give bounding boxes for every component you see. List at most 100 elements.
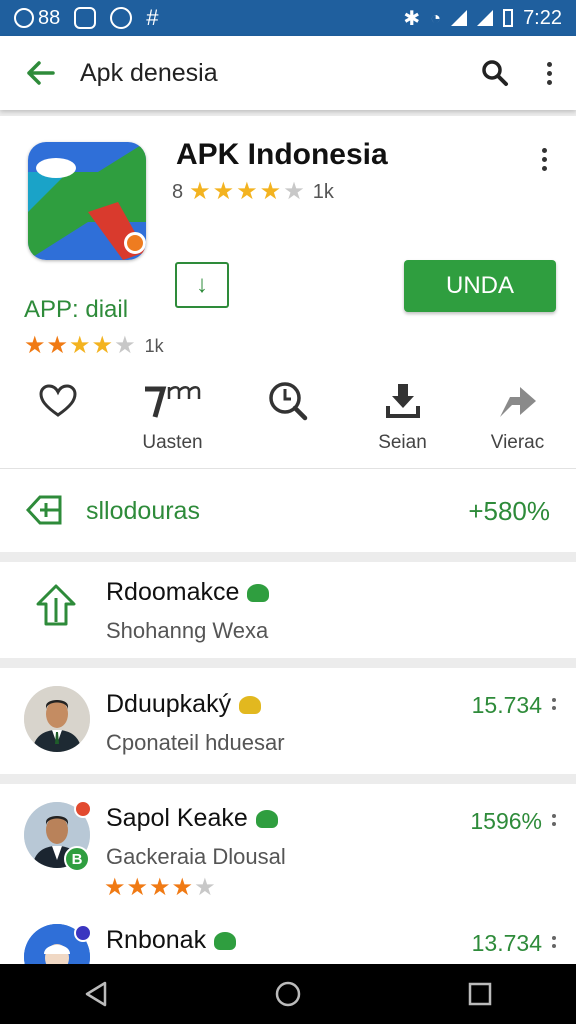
star-icon: ★ [24, 332, 46, 359]
back-arrow-icon [27, 61, 55, 85]
search-clock-icon [268, 382, 307, 421]
rating-prefix: 8 [172, 180, 184, 203]
star-icon: ★ [149, 874, 171, 901]
star-empty-icon: ★ [194, 874, 216, 901]
action-save[interactable]: Seian [345, 378, 460, 466]
list-item-value: 13.734 [471, 930, 542, 956]
star-empty-icon: ★ [283, 178, 305, 205]
signal-icon [451, 10, 468, 26]
list-item-title: Rdoomakce [106, 578, 270, 607]
status-bar: 88 # ✱ ◔ 7:22 [0, 0, 576, 36]
app-overflow-button[interactable] [542, 148, 547, 171]
star-icon: ★ [236, 178, 258, 205]
more-vert-icon [546, 61, 552, 85]
notification-icon: 88 [14, 7, 60, 30]
list-item-title-text: Dduupkaký [106, 690, 232, 718]
star-icon: ★ [91, 332, 114, 359]
app-name: APK Indonesia [176, 138, 388, 171]
android-badge-icon [247, 583, 270, 602]
action-share-label: Vierac [490, 432, 545, 453]
android-badge-icon [255, 809, 278, 828]
star-icon: ★ [69, 332, 91, 359]
wifi-icon: ◔ [430, 7, 442, 28]
list-item-subtitle: Cponateil hduesar [106, 730, 285, 755]
list-item-value: 1596% [470, 808, 542, 834]
action-favorite[interactable] [0, 378, 115, 466]
android-badge-icon [239, 695, 262, 714]
list-item-subtitle: Gackeraia Dlousal [106, 844, 286, 869]
list-item-subtitle: Shohanng Wexa [106, 618, 269, 643]
more-vert-icon[interactable] [552, 936, 556, 948]
clock: 7:22 [523, 6, 562, 29]
upload-home-icon [36, 584, 76, 626]
list-item-title-text: Rnbonak [106, 926, 207, 954]
star-icon: ★ [189, 178, 211, 205]
share-arrow-icon [499, 387, 536, 417]
list-item-title: Rnbonak [106, 926, 237, 955]
action-share[interactable]: Vierac [460, 378, 575, 466]
list-item[interactable]: B Sapol Keake Gackeraia Dlousal ★ ★ ★ ★ … [0, 784, 576, 990]
action-font[interactable]: Uasten [115, 378, 230, 466]
app-notification-icon [74, 7, 97, 29]
hash-icon: # [146, 5, 159, 30]
star-icon: ★ [46, 332, 69, 359]
tag-icon [26, 495, 62, 525]
list-item-title: Dduupkaký [106, 690, 262, 719]
status-left-number: 88 [38, 6, 61, 29]
verified-badge-icon: B [64, 846, 90, 872]
rating-count: 1k [312, 180, 334, 203]
more-vert-icon [542, 148, 547, 171]
nav-back-icon[interactable] [83, 980, 109, 1008]
nav-home-icon[interactable] [274, 980, 302, 1008]
star-icon: ★ [212, 178, 235, 205]
app-logo-icon [28, 142, 146, 260]
app-rating: 8 ★ ★ ★ ★ ★ 1k [172, 180, 334, 204]
list-item-title-text: Rdoomakce [106, 578, 240, 606]
stat-label: sllodouras [86, 497, 200, 525]
install-button[interactable]: UNDA [404, 260, 556, 312]
more-vert-icon[interactable] [552, 698, 556, 710]
star-icon: ★ [259, 178, 282, 205]
list-item[interactable]: Dduupkaký Cponateil hduesar 15.734 [0, 668, 576, 774]
list-item[interactable]: Rdoomakce Shohanng Wexa [0, 562, 576, 658]
battery-icon [503, 9, 514, 27]
font-size-icon [144, 386, 200, 418]
bluetooth-icon: ✱ [403, 7, 421, 30]
back-button[interactable] [0, 36, 80, 110]
stat-value: +580% [468, 496, 550, 526]
more-vert-icon[interactable] [552, 814, 556, 826]
search-icon [482, 60, 508, 86]
avatar [24, 686, 90, 752]
app-card: APK Indonesia 8 ★ ★ ★ ★ ★ 1k ↓ UNDA APP:… [0, 116, 576, 468]
rating2-label: 1k [144, 335, 164, 356]
action-history[interactable] [230, 378, 345, 466]
search-button[interactable] [468, 36, 522, 110]
app-subtitle: APP: diail [24, 296, 129, 323]
list-item-title: Sapol Keake [106, 804, 278, 833]
star-icon: ★ [104, 874, 126, 901]
list-item-rating: ★ ★ ★ ★ ★ [104, 876, 216, 900]
star-empty-icon: ★ [114, 332, 136, 359]
download-button[interactable]: ↓ [175, 262, 229, 308]
heart-icon [38, 384, 77, 417]
download-arrow-icon: ↓ [196, 271, 208, 298]
toolbar-title: Apk denesia [80, 58, 218, 87]
signal-icon-2 [477, 10, 494, 26]
notification-badge-icon [74, 924, 92, 942]
action-bar: Uasten Seian Vierac [0, 378, 576, 466]
action-font-label: Uasten [142, 432, 203, 453]
download-tray-icon [385, 384, 420, 418]
app-toolbar: Apk denesia [0, 36, 576, 110]
app-rating-secondary: ★ ★ ★ ★ ★ 1k [24, 334, 164, 358]
notification-badge-icon [74, 800, 92, 818]
stat-card[interactable]: sllodouras +580% [0, 468, 576, 552]
nav-recents-icon[interactable] [467, 981, 493, 1007]
android-badge-icon [214, 931, 237, 950]
star-icon: ★ [126, 874, 149, 901]
navigation-bar [0, 964, 576, 1024]
list-item-title-text: Sapol Keake [106, 804, 248, 832]
list-item-value: 15.734 [471, 692, 542, 718]
star-icon: ★ [171, 874, 194, 901]
overflow-menu-button[interactable] [522, 36, 576, 110]
emoji-notification-icon [110, 7, 133, 29]
